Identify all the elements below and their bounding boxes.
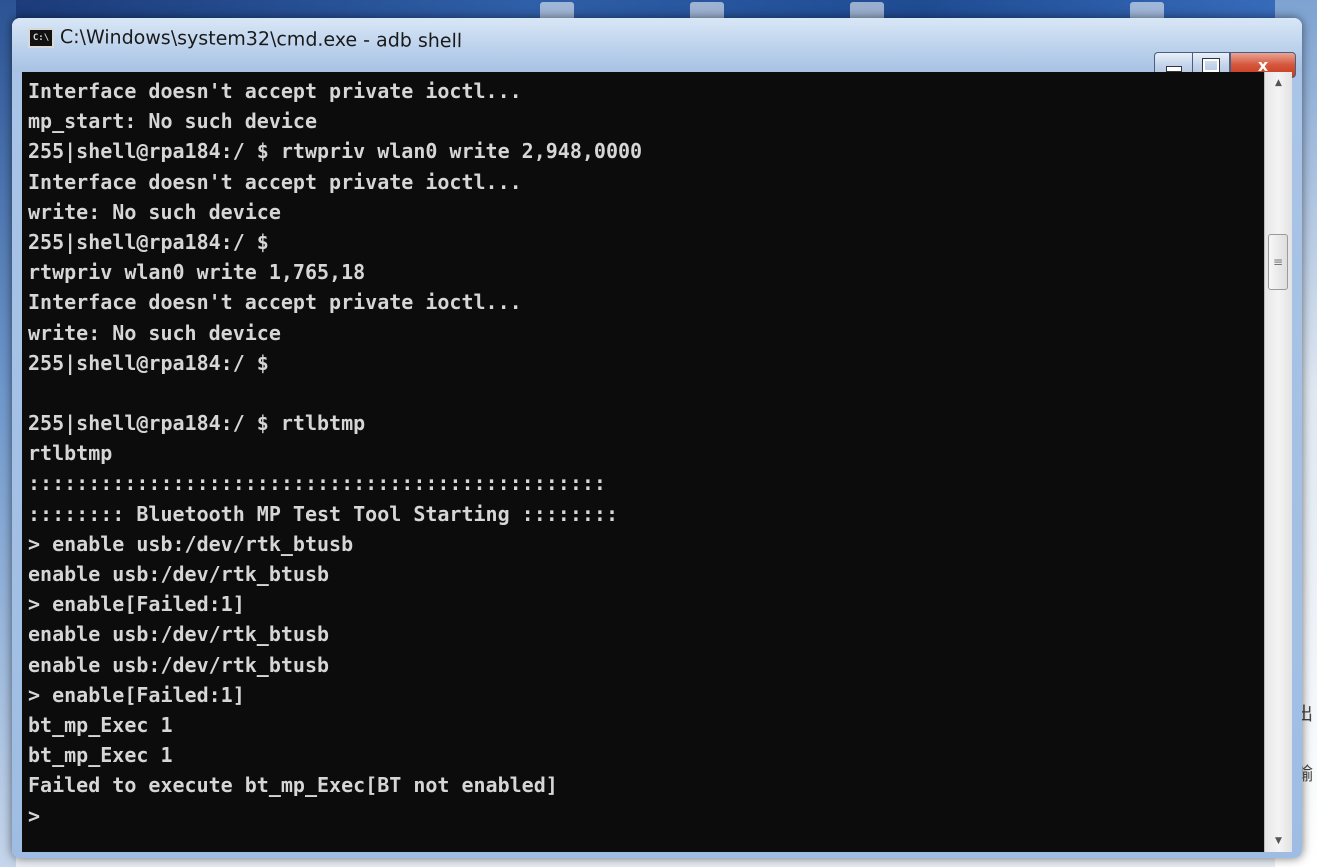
cmd-app-icon[interactable]: C:\ bbox=[28, 28, 54, 48]
console-line: Failed to execute bt_mp_Exec[BT not enab… bbox=[28, 773, 558, 798]
maximize-icon bbox=[1202, 57, 1220, 73]
console-line: rtwpriv wlan0 write 1,765,18 bbox=[28, 260, 366, 285]
console-line: 255|shell@rpa184:/ $ bbox=[28, 350, 269, 375]
scroll-up-arrow-icon[interactable]: ▲ bbox=[1265, 72, 1292, 94]
console-line: > enable[Failed:1] bbox=[28, 682, 245, 707]
console-line: > enable[Failed:1] bbox=[28, 592, 245, 617]
console-line: enable usb:/dev/rtk_btusb bbox=[28, 622, 330, 647]
console-line: bt_mp_Exec 1 bbox=[28, 712, 173, 737]
console-line: > enable usb:/dev/rtk_btusb bbox=[28, 531, 354, 556]
console-line: ::::::::::::::::::::::::::::::::::::::::… bbox=[28, 471, 606, 496]
console-line: enable usb:/dev/rtk_btusb bbox=[28, 652, 330, 677]
console-line: > bbox=[28, 803, 41, 828]
console-output[interactable]: Interface doesn't accept private ioctl..… bbox=[22, 72, 1264, 852]
console-line: bt_mp_Exec 1 bbox=[28, 743, 173, 768]
window-title: C:\Windows\system32\cmd.exe - adb shell bbox=[59, 26, 463, 53]
console-line: write: No such device bbox=[28, 199, 281, 224]
console-lines: Interface doesn't accept private ioctl..… bbox=[28, 76, 1258, 831]
cmd-window[interactable]: C:\ C:\Windows\system32\cmd.exe - adb sh… bbox=[12, 18, 1302, 858]
console-line: Interface doesn't accept private ioctl..… bbox=[28, 169, 522, 194]
window-titlebar[interactable]: C:\ C:\Windows\system32\cmd.exe - adb sh… bbox=[12, 18, 1302, 72]
scroll-thumb-grip-icon: ≡ bbox=[1272, 255, 1284, 269]
vertical-scrollbar[interactable]: ▲ ≡ ▼ bbox=[1264, 72, 1292, 852]
console-line: Interface doesn't accept private ioctl..… bbox=[28, 290, 522, 315]
console-line: 255|shell@rpa184:/ $ rtwpriv wlan0 write… bbox=[28, 139, 643, 164]
scroll-thumb[interactable]: ≡ bbox=[1268, 234, 1288, 290]
console-line: write: No such device bbox=[28, 320, 281, 345]
console-line: :::::::: Bluetooth MP Test Tool Starting… bbox=[28, 501, 619, 526]
console-line: 255|shell@rpa184:/ $ bbox=[28, 229, 269, 254]
console-line: Interface doesn't accept private ioctl..… bbox=[28, 79, 522, 103]
console-line: enable usb:/dev/rtk_btusb bbox=[28, 562, 330, 586]
console-line: rtlbtmp bbox=[28, 441, 113, 466]
scroll-down-arrow-icon[interactable]: ▼ bbox=[1265, 830, 1292, 852]
console-line: mp_start: No such device bbox=[28, 109, 317, 134]
console-line: 255|shell@rpa184:/ $ rtlbtmp bbox=[28, 411, 366, 436]
